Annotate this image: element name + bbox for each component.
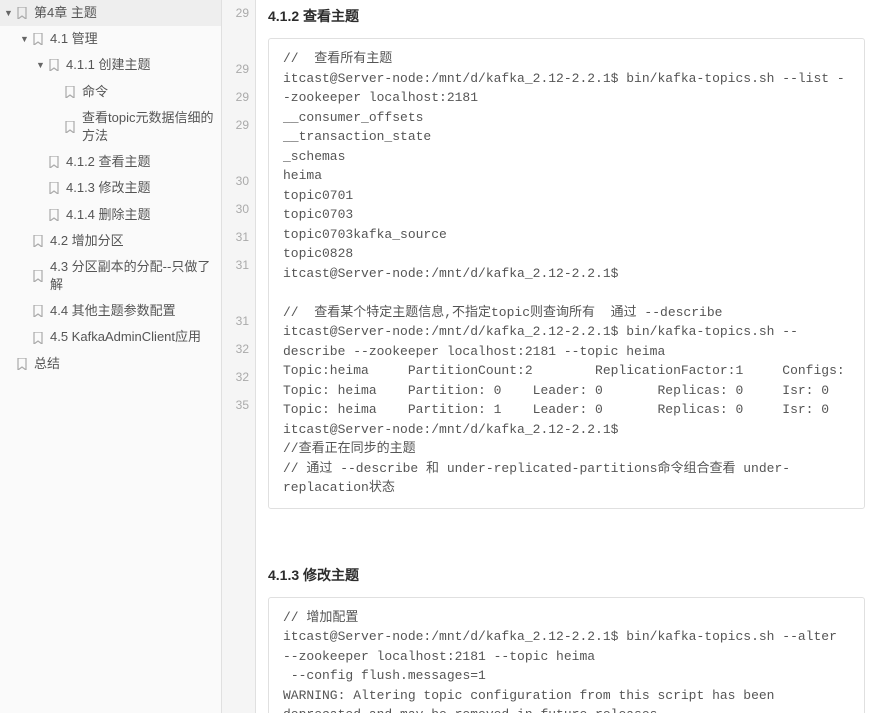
line-number: 29 [222,84,249,112]
sidebar-item-label: 第4章 主题 [34,4,215,22]
code-block-413[interactable]: // 增加配置 itcast@Server-node:/mnt/d/kafka_… [268,597,865,713]
sidebar-item-label: 4.4 其他主题参数配置 [50,302,215,320]
main-content: 4.1.2 查看主题 // 查看所有主题 itcast@Server-node:… [256,0,877,713]
bookmark-icon [32,270,44,282]
sidebar-item-11[interactable]: 4.5 KafkaAdminClient应用 [0,324,221,350]
sidebar-item-label: 4.1.4 删除主题 [66,206,215,224]
bookmark-icon [32,235,44,247]
sidebar-item-label: 4.1.1 创建主题 [66,56,215,74]
sidebar-item-label: 4.1.3 修改主题 [66,179,215,197]
sidebar-item-2[interactable]: ▼ 4.1.1 创建主题 [0,52,221,78]
line-number: 32 [222,336,249,364]
expand-icon: ▼ [36,59,46,72]
bookmark-icon [32,305,44,317]
line-number [222,280,249,308]
sidebar-item-label: 4.2 增加分区 [50,232,215,250]
sidebar-item-4[interactable]: 查看topic元数据信细的方法 [0,105,221,149]
line-number: 31 [222,252,249,280]
line-number: 31 [222,308,249,336]
bookmark-icon [16,7,28,19]
sidebar-item-5[interactable]: 4.1.2 查看主题 [0,149,221,175]
sidebar-item-10[interactable]: 4.4 其他主题参数配置 [0,298,221,324]
bookmark-icon [48,182,60,194]
line-number: 35 [222,392,249,420]
section-413-title: 4.1.3 修改主题 [268,565,865,585]
line-number: 30 [222,196,249,224]
sidebar-item-label: 4.1 管理 [50,30,215,48]
sidebar-item-0[interactable]: ▼ 第4章 主题 [0,0,221,26]
sidebar-item-label: 命令 [82,83,215,101]
line-number: 29 [222,56,249,84]
sidebar-item-label: 4.3 分区副本的分配--只做了解 [50,258,215,294]
bookmark-icon [48,209,60,221]
line-number [222,140,249,168]
expand-icon: ▼ [4,7,14,20]
outline-sidebar: ▼ 第4章 主题 ▼ 4.1 管理 ▼ 4.1.1 创建主题命令查看topic元数据信细的… [0,0,222,713]
line-number [222,28,249,56]
line-number: 30 [222,168,249,196]
bookmark-icon [32,33,44,45]
bookmark-icon [48,156,60,168]
sidebar-item-7[interactable]: 4.1.4 删除主题 [0,202,221,228]
sidebar-item-label: 查看topic元数据信细的方法 [82,109,215,145]
sidebar-item-label: 4.5 KafkaAdminClient应用 [50,328,215,346]
section-412-title: 4.1.2 查看主题 [268,6,865,26]
line-number: 29 [222,0,249,28]
sidebar-item-6[interactable]: 4.1.3 修改主题 [0,175,221,201]
sidebar-item-12[interactable]: 总结 [0,351,221,377]
sidebar-item-label: 4.1.2 查看主题 [66,153,215,171]
bookmark-icon [64,121,76,133]
bookmark-icon [48,59,60,71]
sidebar-item-3[interactable]: 命令 [0,79,221,105]
line-number: 32 [222,364,249,392]
sidebar-item-label: 总结 [34,355,215,373]
code-block-412[interactable]: // 查看所有主题 itcast@Server-node:/mnt/d/kafk… [268,38,865,509]
bookmark-icon [64,86,76,98]
bookmark-icon [16,358,28,370]
sidebar-item-8[interactable]: 4.2 增加分区 [0,228,221,254]
line-number-gutter: 292929293030313131323235 [222,0,256,713]
line-number: 31 [222,224,249,252]
bookmark-icon [32,332,44,344]
line-number: 29 [222,112,249,140]
expand-icon: ▼ [20,33,30,46]
sidebar-item-9[interactable]: 4.3 分区副本的分配--只做了解 [0,254,221,298]
sidebar-item-1[interactable]: ▼ 4.1 管理 [0,26,221,52]
